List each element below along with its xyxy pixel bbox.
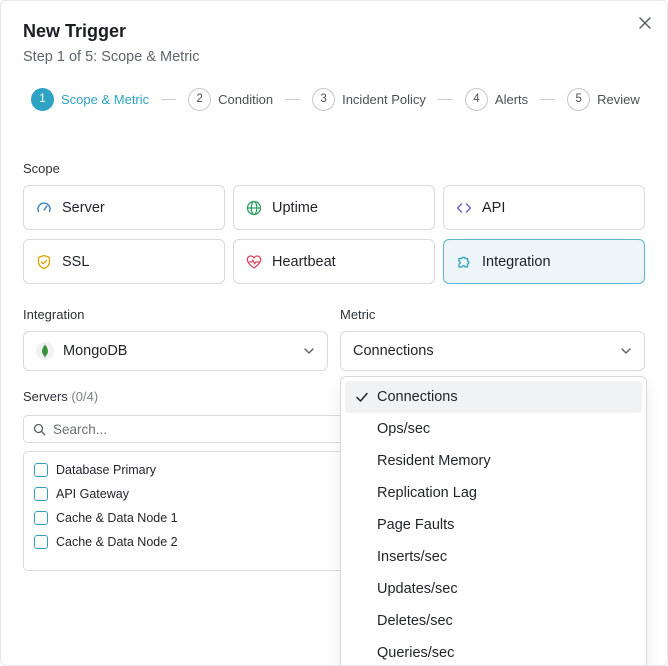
step-number: 1	[31, 87, 54, 111]
metric-select[interactable]: Connections	[340, 331, 645, 371]
metric-option-label: Page Faults	[377, 517, 455, 533]
step-separator	[540, 98, 556, 100]
step-separator	[161, 98, 177, 100]
integration-select[interactable]: MongoDB	[23, 331, 328, 371]
metric-option-ops-sec[interactable]: Ops/sec	[345, 413, 642, 445]
close-button[interactable]	[635, 13, 655, 33]
scope-option-server[interactable]: Server	[23, 185, 225, 230]
shield-icon	[37, 254, 51, 269]
metric-option-queries-sec[interactable]: Queries/sec	[345, 637, 642, 665]
search-icon	[33, 423, 46, 435]
step-separator	[437, 98, 453, 100]
metric-option-resident-memory[interactable]: Resident Memory	[345, 445, 642, 477]
step-label: Condition	[218, 91, 274, 107]
modal-title: New Trigger	[23, 21, 127, 41]
server-name: Cache & Data Node 1	[56, 511, 178, 525]
scope-option-api[interactable]: API	[443, 185, 645, 230]
server-item[interactable]: Cache & Data Node 2	[24, 530, 352, 554]
server-search	[23, 415, 353, 443]
step-number: 5	[567, 87, 591, 111]
server-search-input[interactable]	[53, 421, 333, 437]
server-item[interactable]: Database Primary	[24, 458, 352, 482]
puzzle-icon	[458, 256, 470, 268]
server-checkbox[interactable]	[34, 463, 48, 477]
step-label: Alerts	[494, 91, 529, 107]
chevron-down-icon	[621, 348, 631, 354]
scope-option-heartbeat[interactable]: Heartbeat	[233, 239, 435, 284]
scope-option-label: API	[482, 199, 506, 216]
scope-label: Scope	[23, 161, 60, 176]
scope-option-label: SSL	[62, 253, 90, 270]
metric-option-label: Queries/sec	[377, 645, 455, 661]
stepper: 1 Scope & Metric 2 Condition 3 Incident …	[31, 87, 640, 111]
metric-option-deletes-sec[interactable]: Deletes/sec	[345, 605, 642, 637]
metric-option-label: Updates/sec	[377, 581, 458, 597]
step-label: Incident Policy	[342, 91, 426, 107]
servers-label-text: Servers	[23, 389, 68, 404]
metric-option-replication-lag[interactable]: Replication Lag	[345, 477, 642, 509]
step-label: Scope & Metric	[61, 91, 150, 107]
scope-option-label: Integration	[482, 253, 551, 270]
heart-pulse-icon	[246, 254, 262, 269]
metric-option-inserts-sec[interactable]: Inserts/sec	[345, 541, 642, 573]
step-review[interactable]: 5 Review	[567, 87, 640, 111]
step-number: 2	[188, 87, 212, 111]
server-name: Cache & Data Node 2	[56, 535, 178, 549]
scope-option-label: Uptime	[272, 199, 318, 216]
check-icon	[356, 392, 368, 402]
server-name: API Gateway	[56, 487, 129, 501]
servers-count: (0/4)	[71, 389, 99, 404]
step-scope-metric[interactable]: 1 Scope & Metric	[31, 87, 150, 111]
servers-label: Servers (0/4)	[23, 389, 98, 404]
server-item[interactable]: API Gateway	[24, 482, 352, 506]
metric-option-updates-sec[interactable]: Updates/sec	[345, 573, 642, 605]
server-name: Database Primary	[56, 463, 157, 477]
server-checkbox[interactable]	[34, 511, 48, 525]
step-label: Review	[597, 91, 640, 107]
server-item[interactable]: Cache & Data Node 1	[24, 506, 352, 530]
metric-option-label: Connections	[377, 389, 458, 405]
scope-option-integration[interactable]: Integration	[443, 239, 645, 284]
metric-label: Metric	[340, 307, 376, 322]
metric-option-page-faults[interactable]: Page Faults	[345, 509, 642, 541]
step-condition[interactable]: 2 Condition	[188, 87, 274, 111]
metric-value: Connections	[353, 343, 434, 359]
modal-subtitle: Step 1 of 5: Scope & Metric	[23, 49, 200, 65]
metric-option-label: Ops/sec	[377, 421, 431, 437]
metric-option-label: Inserts/sec	[377, 549, 448, 565]
code-icon	[456, 202, 472, 213]
step-number: 4	[464, 87, 488, 111]
metric-option-label: Deletes/sec	[377, 613, 453, 629]
scope-options: Server Uptime API SSL Heartbeat Integrat…	[23, 185, 645, 284]
metric-option-connections[interactable]: Connections	[345, 381, 642, 413]
new-trigger-modal: New Trigger Step 1 of 5: Scope & Metric …	[0, 0, 668, 666]
server-checkbox[interactable]	[34, 535, 48, 549]
scope-option-uptime[interactable]: Uptime	[233, 185, 435, 230]
step-incident-policy[interactable]: 3 Incident Policy	[312, 87, 426, 111]
server-list: Database Primary API Gateway Cache & Dat…	[23, 451, 353, 571]
scope-option-label: Server	[62, 199, 105, 216]
chevron-down-icon	[304, 348, 314, 354]
metric-option-label: Replication Lag	[377, 485, 477, 501]
step-alerts[interactable]: 4 Alerts	[464, 87, 529, 111]
mongodb-leaf-icon	[36, 342, 54, 360]
integration-value: MongoDB	[63, 343, 128, 359]
server-checkbox[interactable]	[34, 487, 48, 501]
scope-option-label: Heartbeat	[272, 253, 336, 270]
step-separator	[285, 98, 301, 100]
scope-option-ssl[interactable]: SSL	[23, 239, 225, 284]
step-number: 3	[312, 87, 336, 111]
gauge-icon	[37, 201, 51, 212]
integration-label: Integration	[23, 307, 85, 322]
metric-option-label: Resident Memory	[377, 453, 491, 469]
close-icon	[639, 17, 651, 29]
globe-icon	[246, 200, 262, 215]
metric-dropdown: Connections Ops/sec Resident Memory Repl…	[340, 376, 647, 665]
